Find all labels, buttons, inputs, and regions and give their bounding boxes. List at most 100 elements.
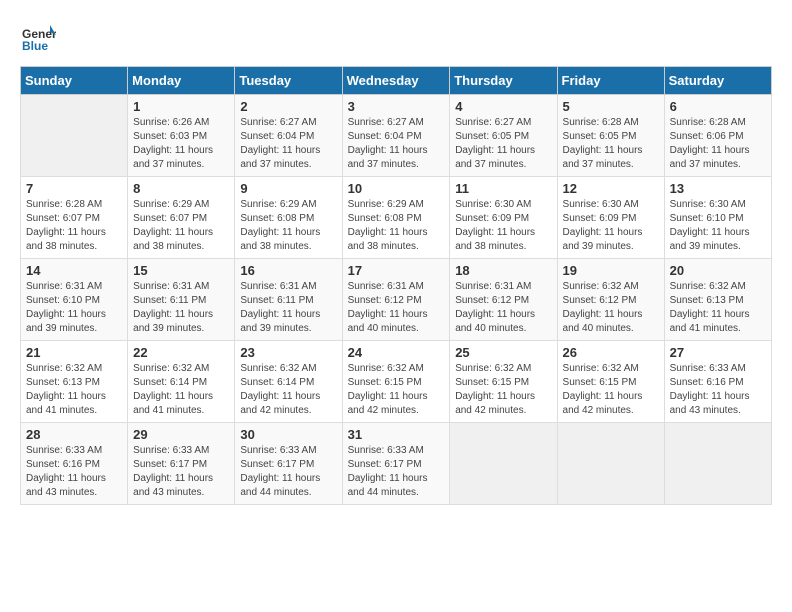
- day-number: 29: [133, 427, 229, 442]
- calendar-cell: 14 Sunrise: 6:31 AM Sunset: 6:10 PM Dayli…: [21, 259, 128, 341]
- day-info: Sunrise: 6:29 AM Sunset: 6:08 PM Dayligh…: [348, 198, 445, 254]
- calendar-cell: 3 Sunrise: 6:27 AM Sunset: 6:04 PM Daylig…: [342, 95, 450, 177]
- day-number: 2: [240, 99, 336, 114]
- day-info: Sunrise: 6:33 AM Sunset: 6:17 PM Dayligh…: [240, 444, 336, 500]
- calendar-cell: 20 Sunrise: 6:32 AM Sunset: 6:13 PM Dayli…: [664, 259, 771, 341]
- day-info: Sunrise: 6:32 AM Sunset: 6:15 PM Dayligh…: [455, 362, 551, 418]
- calendar-cell: 30 Sunrise: 6:33 AM Sunset: 6:17 PM Dayli…: [235, 423, 342, 505]
- day-info: Sunrise: 6:33 AM Sunset: 6:17 PM Dayligh…: [133, 444, 229, 500]
- calendar-cell: 13Sunrise: 6:30 AM Sunset: 6:10 PM Dayli…: [664, 177, 771, 259]
- day-info: Sunrise: 6:31 AM Sunset: 6:11 PM Dayligh…: [133, 280, 229, 336]
- day-number: 6: [670, 99, 766, 114]
- day-info: Sunrise: 6:28 AM Sunset: 6:07 PM Dayligh…: [26, 198, 122, 254]
- header: General Blue: [20, 20, 772, 56]
- calendar-cell: 16 Sunrise: 6:31 AM Sunset: 6:11 PM Dayli…: [235, 259, 342, 341]
- week-row-4: 21Sunrise: 6:32 AM Sunset: 6:13 PM Dayli…: [21, 341, 772, 423]
- calendar-cell: 25 Sunrise: 6:32 AM Sunset: 6:15 PM Dayli…: [450, 341, 557, 423]
- calendar-cell: 23 Sunrise: 6:32 AM Sunset: 6:14 PM Dayli…: [235, 341, 342, 423]
- day-info: Sunrise: 6:28 AM Sunset: 6:05 PM Dayligh…: [563, 116, 659, 172]
- day-info: Sunrise: 6:31 AM Sunset: 6:12 PM Dayligh…: [348, 280, 445, 336]
- day-info: Sunrise: 6:29 AM Sunset: 6:08 PM Dayligh…: [240, 198, 336, 254]
- day-number: 10: [348, 181, 445, 196]
- day-number: 31: [348, 427, 445, 442]
- day-info: Sunrise: 6:31 AM Sunset: 6:10 PM Dayligh…: [26, 280, 122, 336]
- column-header-wednesday: Wednesday: [342, 67, 450, 95]
- calendar-cell: 5 Sunrise: 6:28 AM Sunset: 6:05 PM Daylig…: [557, 95, 664, 177]
- calendar-cell: 18Sunrise: 6:31 AM Sunset: 6:12 PM Dayli…: [450, 259, 557, 341]
- day-info: Sunrise: 6:32 AM Sunset: 6:15 PM Dayligh…: [348, 362, 445, 418]
- day-info: Sunrise: 6:33 AM Sunset: 6:16 PM Dayligh…: [670, 362, 766, 418]
- week-row-1: 1 Sunrise: 6:26 AM Sunset: 6:03 PM Daylig…: [21, 95, 772, 177]
- week-row-3: 14 Sunrise: 6:31 AM Sunset: 6:10 PM Dayli…: [21, 259, 772, 341]
- day-info: Sunrise: 6:27 AM Sunset: 6:05 PM Dayligh…: [455, 116, 551, 172]
- day-number: 23: [240, 345, 336, 360]
- day-number: 16: [240, 263, 336, 278]
- calendar-cell: [450, 423, 557, 505]
- svg-text:Blue: Blue: [22, 39, 48, 53]
- calendar-cell: 2 Sunrise: 6:27 AM Sunset: 6:04 PM Daylig…: [235, 95, 342, 177]
- logo: General Blue: [20, 20, 56, 56]
- day-number: 7: [26, 181, 122, 196]
- day-info: Sunrise: 6:30 AM Sunset: 6:09 PM Dayligh…: [563, 198, 659, 254]
- day-number: 17: [348, 263, 445, 278]
- day-info: Sunrise: 6:31 AM Sunset: 6:11 PM Dayligh…: [240, 280, 336, 336]
- day-number: 18: [455, 263, 551, 278]
- day-info: Sunrise: 6:33 AM Sunset: 6:16 PM Dayligh…: [26, 444, 122, 500]
- calendar-table: SundayMondayTuesdayWednesdayThursdayFrid…: [20, 66, 772, 505]
- day-info: Sunrise: 6:32 AM Sunset: 6:13 PM Dayligh…: [26, 362, 122, 418]
- day-number: 20: [670, 263, 766, 278]
- day-number: 1: [133, 99, 229, 114]
- day-number: 25: [455, 345, 551, 360]
- calendar-cell: 8 Sunrise: 6:29 AM Sunset: 6:07 PM Daylig…: [128, 177, 235, 259]
- day-info: Sunrise: 6:33 AM Sunset: 6:17 PM Dayligh…: [348, 444, 445, 500]
- day-number: 26: [563, 345, 659, 360]
- calendar-cell: 17 Sunrise: 6:31 AM Sunset: 6:12 PM Dayli…: [342, 259, 450, 341]
- day-number: 9: [240, 181, 336, 196]
- calendar-cell: 10 Sunrise: 6:29 AM Sunset: 6:08 PM Dayli…: [342, 177, 450, 259]
- day-number: 14: [26, 263, 122, 278]
- calendar-cell: [557, 423, 664, 505]
- day-info: Sunrise: 6:32 AM Sunset: 6:12 PM Dayligh…: [563, 280, 659, 336]
- day-number: 4: [455, 99, 551, 114]
- day-number: 24: [348, 345, 445, 360]
- day-number: 12: [563, 181, 659, 196]
- week-row-2: 7 Sunrise: 6:28 AM Sunset: 6:07 PM Daylig…: [21, 177, 772, 259]
- day-info: Sunrise: 6:30 AM Sunset: 6:10 PM Dayligh…: [670, 198, 766, 254]
- day-number: 5: [563, 99, 659, 114]
- calendar-cell: 7 Sunrise: 6:28 AM Sunset: 6:07 PM Daylig…: [21, 177, 128, 259]
- day-info: Sunrise: 6:29 AM Sunset: 6:07 PM Dayligh…: [133, 198, 229, 254]
- day-number: 22: [133, 345, 229, 360]
- calendar-cell: [21, 95, 128, 177]
- calendar-cell: 6 Sunrise: 6:28 AM Sunset: 6:06 PM Daylig…: [664, 95, 771, 177]
- day-number: 3: [348, 99, 445, 114]
- week-row-5: 28 Sunrise: 6:33 AM Sunset: 6:16 PM Dayli…: [21, 423, 772, 505]
- day-info: Sunrise: 6:32 AM Sunset: 6:14 PM Dayligh…: [240, 362, 336, 418]
- column-header-tuesday: Tuesday: [235, 67, 342, 95]
- calendar-cell: 1 Sunrise: 6:26 AM Sunset: 6:03 PM Daylig…: [128, 95, 235, 177]
- day-number: 27: [670, 345, 766, 360]
- calendar-cell: 28 Sunrise: 6:33 AM Sunset: 6:16 PM Dayli…: [21, 423, 128, 505]
- column-header-monday: Monday: [128, 67, 235, 95]
- day-info: Sunrise: 6:32 AM Sunset: 6:13 PM Dayligh…: [670, 280, 766, 336]
- calendar-cell: 26 Sunrise: 6:32 AM Sunset: 6:15 PM Dayli…: [557, 341, 664, 423]
- calendar-cell: 19 Sunrise: 6:32 AM Sunset: 6:12 PM Dayli…: [557, 259, 664, 341]
- column-header-thursday: Thursday: [450, 67, 557, 95]
- day-info: Sunrise: 6:26 AM Sunset: 6:03 PM Dayligh…: [133, 116, 229, 172]
- day-number: 28: [26, 427, 122, 442]
- column-header-sunday: Sunday: [21, 67, 128, 95]
- calendar-cell: 15 Sunrise: 6:31 AM Sunset: 6:11 PM Dayli…: [128, 259, 235, 341]
- day-number: 30: [240, 427, 336, 442]
- calendar-cell: 22 Sunrise: 6:32 AM Sunset: 6:14 PM Dayli…: [128, 341, 235, 423]
- day-info: Sunrise: 6:32 AM Sunset: 6:14 PM Dayligh…: [133, 362, 229, 418]
- calendar-cell: 11Sunrise: 6:30 AM Sunset: 6:09 PM Dayli…: [450, 177, 557, 259]
- day-info: Sunrise: 6:30 AM Sunset: 6:09 PM Dayligh…: [455, 198, 551, 254]
- day-info: Sunrise: 6:32 AM Sunset: 6:15 PM Dayligh…: [563, 362, 659, 418]
- day-info: Sunrise: 6:28 AM Sunset: 6:06 PM Dayligh…: [670, 116, 766, 172]
- day-info: Sunrise: 6:27 AM Sunset: 6:04 PM Dayligh…: [240, 116, 336, 172]
- calendar-cell: 24 Sunrise: 6:32 AM Sunset: 6:15 PM Dayli…: [342, 341, 450, 423]
- day-info: Sunrise: 6:27 AM Sunset: 6:04 PM Dayligh…: [348, 116, 445, 172]
- column-header-saturday: Saturday: [664, 67, 771, 95]
- day-number: 19: [563, 263, 659, 278]
- day-number: 15: [133, 263, 229, 278]
- day-number: 8: [133, 181, 229, 196]
